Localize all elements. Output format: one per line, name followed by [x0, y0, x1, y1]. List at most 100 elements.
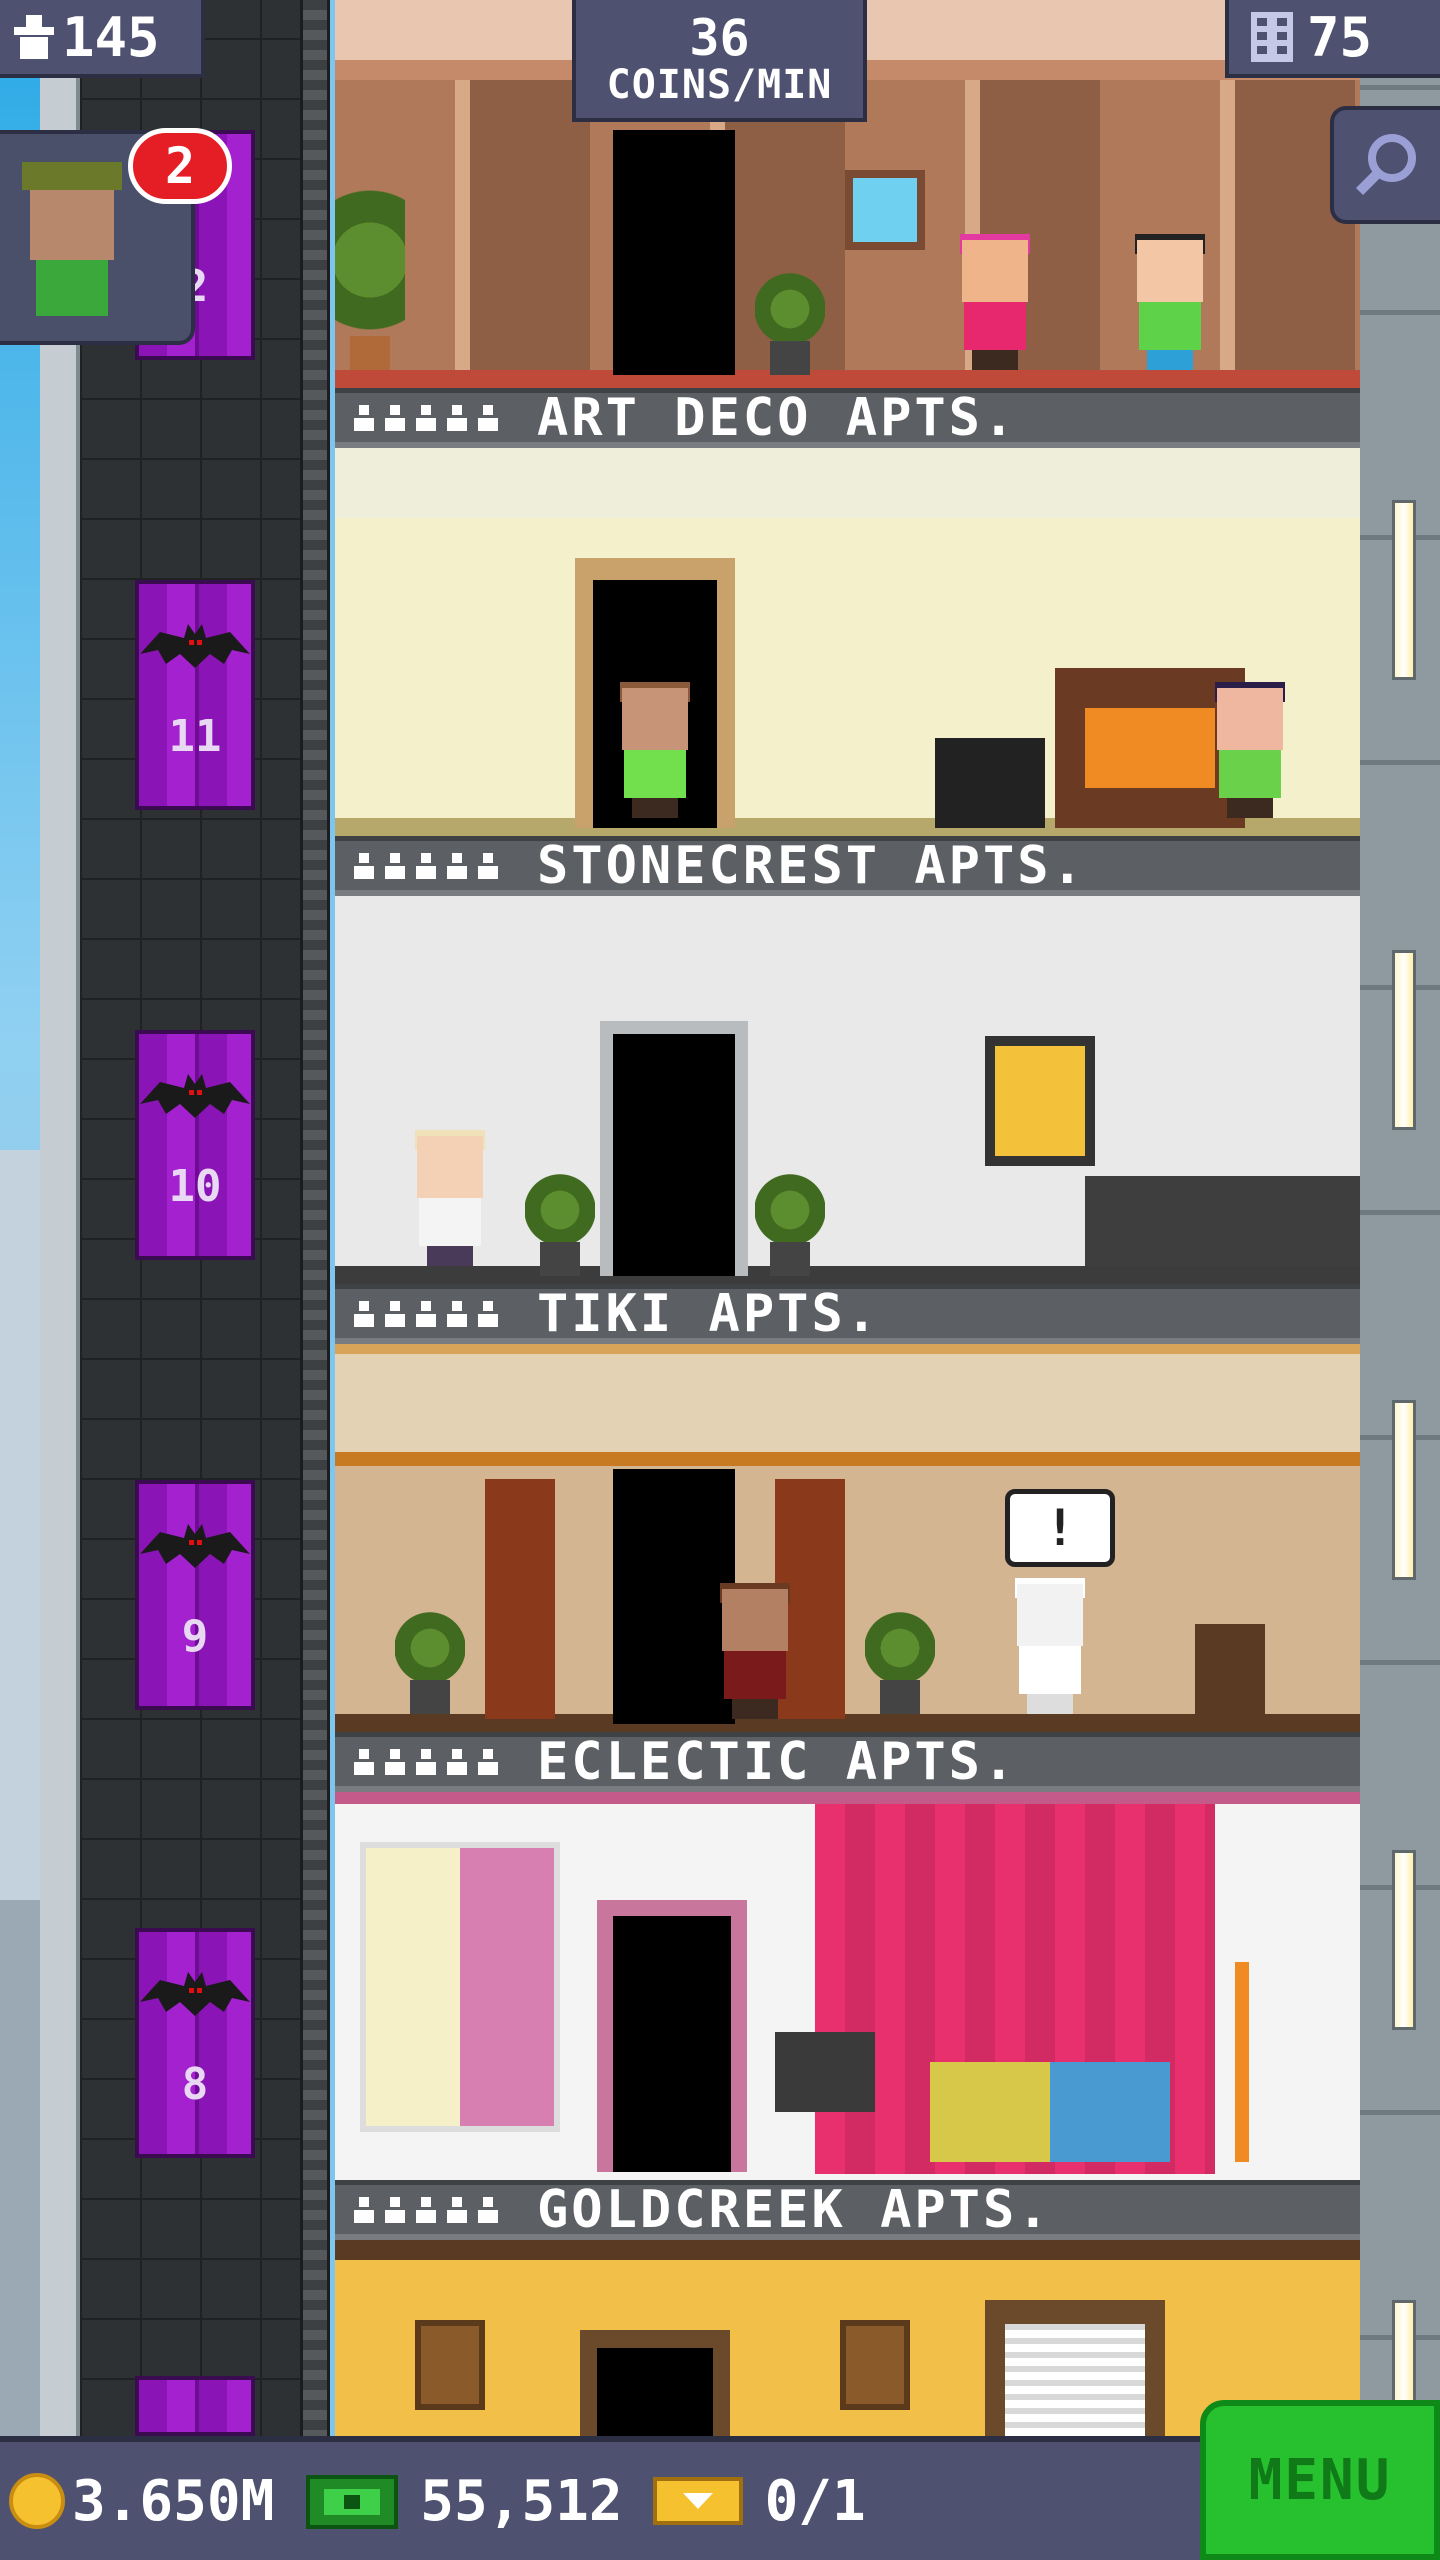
- side-table: [1195, 1624, 1265, 1724]
- floor-name: TIKI APTS.: [537, 1283, 881, 1344]
- floor-name-bar: ECLECTIC APTS.: [335, 1732, 1360, 1792]
- apartment-door[interactable]: [613, 130, 735, 375]
- floor-name-bar: TIKI APTS.: [335, 1284, 1360, 1344]
- resident[interactable]: [950, 234, 1040, 370]
- floor-tiki[interactable]: TIKI APTS.: [335, 896, 1360, 1344]
- floor-name-bar: GOLDCREEK APTS.: [335, 2180, 1360, 2240]
- tiki-statue: [485, 1479, 555, 1719]
- elevator-floor-number: 11: [168, 711, 222, 762]
- residents-indicator: [353, 404, 499, 431]
- bux-value: 55,512: [420, 2468, 623, 2534]
- residents-indicator: [353, 1300, 499, 1327]
- speech-bubble[interactable]: !: [1005, 1489, 1115, 1567]
- person-icon: [384, 404, 406, 431]
- resident[interactable]: [1125, 234, 1215, 370]
- person-icon: [353, 852, 375, 879]
- room-interior: [335, 1792, 1360, 2180]
- elevator-floor-number: 10: [168, 1161, 222, 1212]
- person-icon: [477, 404, 499, 431]
- population-icon: [14, 15, 54, 59]
- resident[interactable]: [1205, 682, 1295, 818]
- elevator-door[interactable]: 8: [135, 1928, 255, 2158]
- television: [775, 2032, 875, 2112]
- floor-name: STONECREST APTS.: [537, 835, 1086, 896]
- sofa: [930, 2062, 1170, 2162]
- floor-name: GOLDCREEK APTS.: [537, 2179, 1052, 2240]
- speech-bubble-text: !: [1044, 1499, 1076, 1557]
- floor-goldcreek[interactable]: GOLDCREEK APTS.: [335, 1792, 1360, 2240]
- avatar-body: [36, 260, 108, 316]
- room-floor: [335, 1266, 1360, 1284]
- search-button[interactable]: [1330, 106, 1440, 224]
- resident[interactable]: [610, 682, 700, 818]
- golden-ticket-icon: [652, 2477, 743, 2525]
- picture-frame: [840, 2320, 910, 2410]
- residents-indicator: [353, 1748, 499, 1775]
- person-icon: [415, 2196, 437, 2223]
- person-icon: [415, 404, 437, 431]
- person-icon: [477, 1748, 499, 1775]
- tower-bux-icon: [306, 2475, 399, 2529]
- floor-name-bar: STONECREST APTS.: [335, 836, 1360, 896]
- resident[interactable]: [710, 1583, 800, 1719]
- resident[interactable]: [405, 1130, 495, 1266]
- floor-name: ART DECO APTS.: [537, 387, 1018, 448]
- apartment-door[interactable]: [613, 1916, 731, 2172]
- window-frame: [985, 2300, 1165, 2436]
- residents-indicator: [353, 2196, 499, 2223]
- elevator-door[interactable]: 11: [135, 580, 255, 810]
- elevator-door[interactable]: 10: [135, 1030, 255, 1260]
- person-icon: [477, 1300, 499, 1327]
- room-interior: [335, 448, 1360, 836]
- population-value: 145: [62, 5, 160, 69]
- coins-value: 3.650M: [72, 2468, 275, 2534]
- apartment-door[interactable]: [597, 2348, 713, 2436]
- wooden-beam: [335, 1452, 1360, 1466]
- person-icon: [446, 2196, 468, 2223]
- tower-window: [1392, 1400, 1416, 1580]
- plant: [755, 1156, 825, 1276]
- floor-counter[interactable]: 75: [1225, 0, 1440, 78]
- coins-rate-panel[interactable]: 36 COINS/MIN: [572, 0, 867, 122]
- background-building: [0, 1900, 44, 2450]
- person-icon: [415, 1300, 437, 1327]
- person-icon: [446, 852, 468, 879]
- elevator-door[interactable]: [135, 2376, 255, 2436]
- bat-icon: [140, 624, 250, 668]
- tower-window: [1392, 500, 1416, 680]
- person-icon: [446, 1748, 468, 1775]
- abstract-painting: [360, 1842, 560, 2132]
- room-interior: [335, 896, 1360, 1284]
- elevator-floor-number: 9: [181, 1611, 209, 1662]
- person-icon: [446, 404, 468, 431]
- plant: [755, 255, 825, 375]
- wall-art: [985, 1036, 1095, 1166]
- person-icon: [384, 1748, 406, 1775]
- avatar: [30, 190, 114, 260]
- floor-name: ECLECTIC APTS.: [537, 1731, 1018, 1792]
- floor-name-bar: ART DECO APTS.: [335, 388, 1360, 448]
- person-icon: [477, 852, 499, 879]
- floor-stonecrest[interactable]: STONECREST APTS.: [335, 448, 1360, 896]
- plant: [525, 1156, 595, 1276]
- apartment-door[interactable]: [613, 1034, 735, 1276]
- menu-button[interactable]: MENU: [1200, 2400, 1440, 2560]
- person-icon: [384, 2196, 406, 2223]
- person-icon: [384, 852, 406, 879]
- person-icon: [384, 1300, 406, 1327]
- avatar-hat: [22, 162, 122, 190]
- elevator-door[interactable]: 9: [135, 1480, 255, 1710]
- stereo: [935, 738, 1045, 828]
- resident[interactable]: [1005, 1578, 1095, 1714]
- person-icon: [353, 2196, 375, 2223]
- plant: [865, 1594, 935, 1714]
- residents-indicator: [353, 852, 499, 879]
- population-counter[interactable]: 145: [0, 0, 205, 78]
- person-icon: [353, 1300, 375, 1327]
- tower-window: [1392, 950, 1416, 1130]
- notification-badge[interactable]: 2: [128, 128, 232, 204]
- person-icon: [415, 852, 437, 879]
- floor-eclectic[interactable]: ! ECLECTIC APTS.: [335, 1344, 1360, 1792]
- floor-lamp: [1235, 1962, 1249, 2162]
- tower-window: [1392, 1850, 1416, 2030]
